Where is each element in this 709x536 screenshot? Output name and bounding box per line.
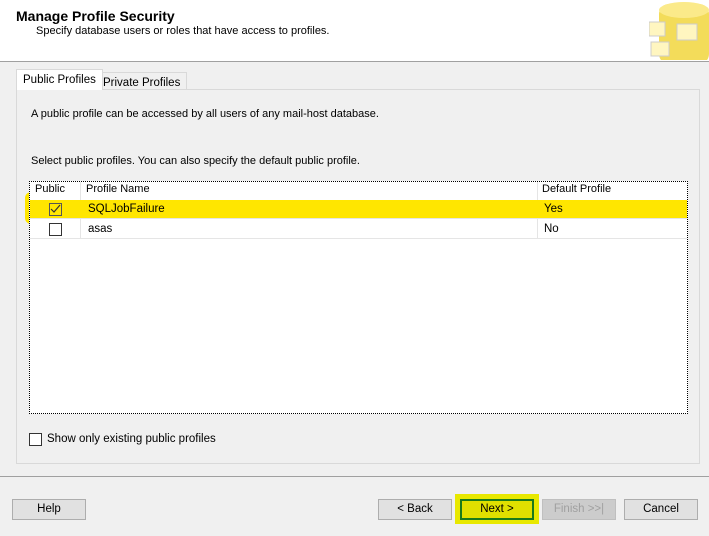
help-button[interactable]: Help [12, 499, 86, 520]
back-button[interactable]: < Back [378, 499, 452, 520]
profiles-grid[interactable]: Public Profile Name Default Profile SQLJ… [29, 181, 688, 414]
instruction-text: Select public profiles. You can also spe… [31, 155, 360, 167]
divider [0, 476, 709, 477]
page-subtitle: Specify database users or roles that hav… [36, 25, 330, 37]
profile-name: asas [88, 223, 113, 235]
tab-private-profiles[interactable]: Private Profiles [96, 72, 188, 90]
column-header-default-profile[interactable]: Default Profile [542, 183, 611, 195]
next-button[interactable]: Next > [460, 499, 534, 520]
description-text: A public profile can be accessed by all … [31, 108, 379, 120]
column-header-profile-name[interactable]: Profile Name [86, 183, 150, 195]
database-mail-icon [649, 2, 709, 60]
show-existing-label[interactable]: Show only existing public profiles [47, 433, 216, 445]
table-row[interactable]: asas No [30, 220, 687, 239]
page-title: Manage Profile Security [16, 8, 175, 24]
wizard-header: Manage Profile Security Specify database… [0, 0, 709, 62]
table-row[interactable]: SQLJobFailure Yes [30, 200, 687, 219]
column-header-public[interactable]: Public [35, 183, 65, 195]
default-profile[interactable]: Yes [544, 203, 563, 215]
show-existing-checkbox[interactable] [29, 433, 42, 446]
tab-public-profiles[interactable]: Public Profiles [16, 69, 103, 90]
public-checkbox[interactable] [49, 203, 62, 216]
checkmark-icon [50, 204, 61, 213]
public-checkbox[interactable] [49, 223, 62, 236]
cancel-button[interactable]: Cancel [624, 499, 698, 520]
default-profile[interactable]: No [544, 223, 559, 235]
finish-button[interactable]: Finish >>| [542, 499, 616, 520]
profile-name: SQLJobFailure [88, 203, 165, 215]
